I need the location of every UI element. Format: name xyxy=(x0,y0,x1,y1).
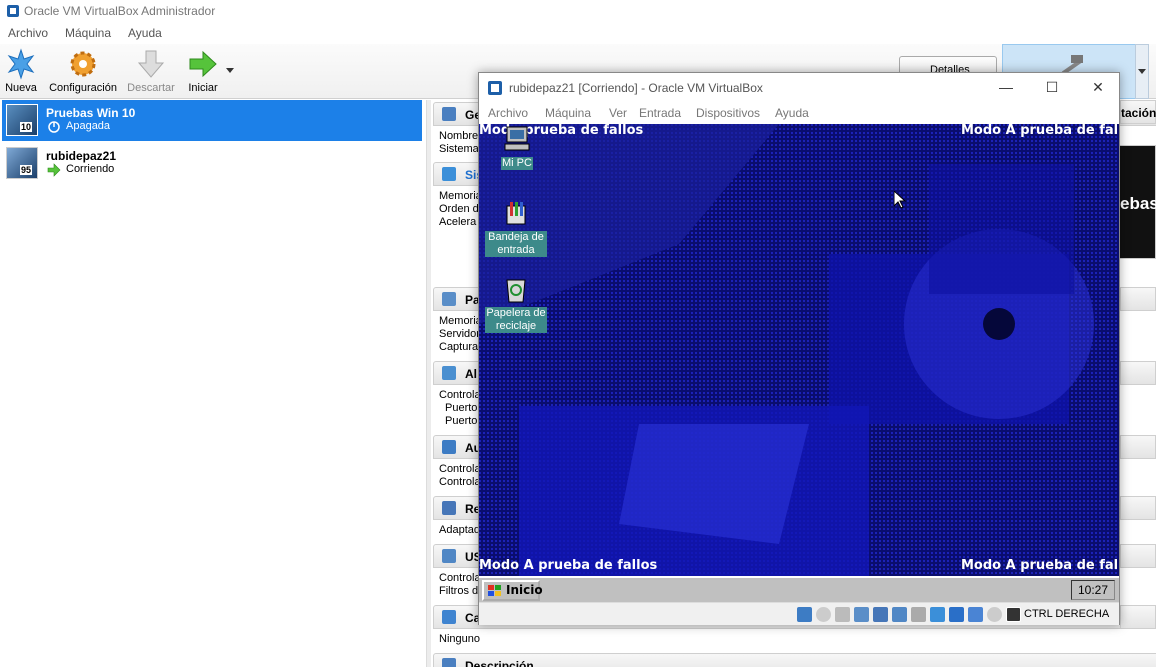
vm-menu-ver[interactable]: Ver xyxy=(609,106,627,120)
maximize-button[interactable]: ☐ xyxy=(1029,73,1075,103)
network-icon[interactable] xyxy=(873,607,888,622)
vm-statusbar: CTRL DERECHA xyxy=(479,602,1119,625)
vm-menu-ayuda[interactable]: Ayuda xyxy=(775,106,809,120)
power-off-icon xyxy=(48,121,60,133)
iniciar-dropdown-icon[interactable] xyxy=(226,68,234,74)
description-icon xyxy=(442,658,456,667)
windows-10-os-icon: 10 xyxy=(6,104,38,136)
virtualbox-icon xyxy=(7,5,19,17)
preview-header: tación xyxy=(1120,100,1156,124)
display-icon[interactable] xyxy=(930,607,945,622)
menu-archivo[interactable]: Archivo xyxy=(8,26,48,40)
host-key-icon[interactable] xyxy=(1006,607,1021,622)
vm-item-rubidepaz21[interactable]: 95 rubidepaz21 Corriendo xyxy=(2,143,422,184)
vm-menu-maquina[interactable]: Máquina xyxy=(545,106,591,120)
section-header[interactable]: Descripción xyxy=(433,653,1156,667)
floppy-icon[interactable] xyxy=(835,607,850,622)
vm-window-titlebar[interactable]: rubidepaz21 [Corriendo] - Oracle VM Virt… xyxy=(479,73,1119,103)
chevron-down-icon xyxy=(1138,69,1146,74)
video-capture-icon[interactable] xyxy=(949,607,964,622)
hard-disk-icon[interactable] xyxy=(797,607,812,622)
safe-mode-label-bottom-left: Modo A prueba de fallos xyxy=(479,558,658,573)
desktop-icon-mi-pc[interactable]: Mi PC xyxy=(486,124,548,170)
virtualbox-icon xyxy=(488,81,502,95)
section-header-fragment xyxy=(1120,361,1156,385)
mouse-integration-icon[interactable] xyxy=(987,607,1002,622)
descartar-button[interactable]: Descartar xyxy=(126,48,176,94)
desktop-icon-papelera-de-reciclaje[interactable]: Papelera de reciclaje xyxy=(485,274,547,333)
safe-mode-label-top-right: Modo A prueba de fallos xyxy=(961,124,1119,138)
cpu-icon[interactable] xyxy=(968,607,983,622)
vm-menu-archivo[interactable]: Archivo xyxy=(488,106,528,120)
desktop: Oracle VM VirtualBox Administrador Archi… xyxy=(0,0,1156,667)
guest-screen[interactable]: Mod prueba de fallos Modo A prueba de fal… xyxy=(479,124,1119,576)
section-header-fragment xyxy=(1120,435,1156,459)
mouse-cursor-icon xyxy=(894,191,906,209)
running-arrow-icon xyxy=(47,163,61,177)
discard-arrow-icon xyxy=(137,50,165,78)
vm-menu-entrada[interactable]: Entrada xyxy=(639,106,681,120)
taskbar-clock: 10:27 xyxy=(1071,580,1115,600)
network-icon xyxy=(442,501,456,515)
optical-drive-icon[interactable] xyxy=(816,607,831,622)
usb-icon[interactable] xyxy=(892,607,907,622)
section-header-fragment xyxy=(1120,287,1156,311)
manager-titlebar: Oracle VM VirtualBox Administrador xyxy=(0,0,1156,24)
minimize-button[interactable]: — xyxy=(983,73,1029,103)
section-header-fragment xyxy=(1120,605,1156,629)
manager-menubar: Archivo Máquina Ayuda xyxy=(0,24,1156,44)
vm-state: Corriendo xyxy=(66,163,115,175)
configuracion-button[interactable]: Configuración xyxy=(48,48,118,94)
speaker-icon xyxy=(442,440,456,454)
host-key-label: CTRL DERECHA xyxy=(1024,608,1110,620)
vm-name: rubidepaz21 xyxy=(46,149,117,163)
usb-icon xyxy=(442,549,456,563)
vm-window-menubar: Archivo Máquina Ver Entrada Dispositivos… xyxy=(479,103,1119,124)
gear-icon xyxy=(70,51,96,77)
section-header-fragment xyxy=(1120,544,1156,568)
safe-mode-label-bottom-right: Modo A prueba de fallos xyxy=(961,558,1119,573)
storage-icon xyxy=(442,366,456,380)
windows-95-os-icon: 95 xyxy=(6,147,38,179)
vm-preview: ebas xyxy=(1117,145,1156,259)
menu-maquina[interactable]: Máquina xyxy=(65,26,111,40)
vm-state: Apagada xyxy=(66,120,111,132)
close-button[interactable]: ✕ xyxy=(1075,73,1121,103)
vm-window-title: rubidepaz21 [Corriendo] - Oracle VM Virt… xyxy=(509,81,763,95)
new-vm-icon xyxy=(7,48,35,80)
windows-logo-icon xyxy=(488,585,501,596)
desktop-icon-bandeja-de-entrada[interactable]: Bandeja de entrada xyxy=(485,198,547,257)
display-icon xyxy=(442,292,456,306)
start-button[interactable]: Inicio xyxy=(482,580,543,601)
menu-ayuda[interactable]: Ayuda xyxy=(128,26,162,40)
manager-title: Oracle VM VirtualBox Administrador xyxy=(24,4,216,18)
shared-folder-icon[interactable] xyxy=(911,607,926,622)
general-icon xyxy=(442,107,456,121)
vm-menu-dispositivos[interactable]: Dispositivos xyxy=(696,106,760,120)
inbox-icon xyxy=(506,202,526,225)
wallpaper xyxy=(479,124,1119,576)
guest-taskbar: Inicio 10:27 xyxy=(479,576,1119,602)
vm-list: 10 Pruebas Win 10 Apagada 95 rubidepaz21… xyxy=(0,100,426,667)
folder-icon xyxy=(442,610,456,624)
vm-name: Pruebas Win 10 xyxy=(46,106,136,120)
audio-icon[interactable] xyxy=(854,607,869,622)
nueva-button[interactable]: Nueva xyxy=(2,48,40,94)
section-descripcion: Descripción xyxy=(433,653,1156,667)
iniciar-button[interactable]: Iniciar xyxy=(186,48,220,94)
system-icon xyxy=(442,167,456,181)
herramientas-dropdown[interactable] xyxy=(1135,44,1149,99)
my-computer-icon xyxy=(504,126,530,151)
start-arrow-icon xyxy=(189,50,217,78)
section-header-fragment xyxy=(1120,496,1156,520)
vm-item-pruebas-win-10[interactable]: 10 Pruebas Win 10 Apagada xyxy=(2,100,422,141)
vm-window: rubidepaz21 [Corriendo] - Oracle VM Virt… xyxy=(478,72,1120,625)
recycle-bin-icon xyxy=(506,279,526,303)
